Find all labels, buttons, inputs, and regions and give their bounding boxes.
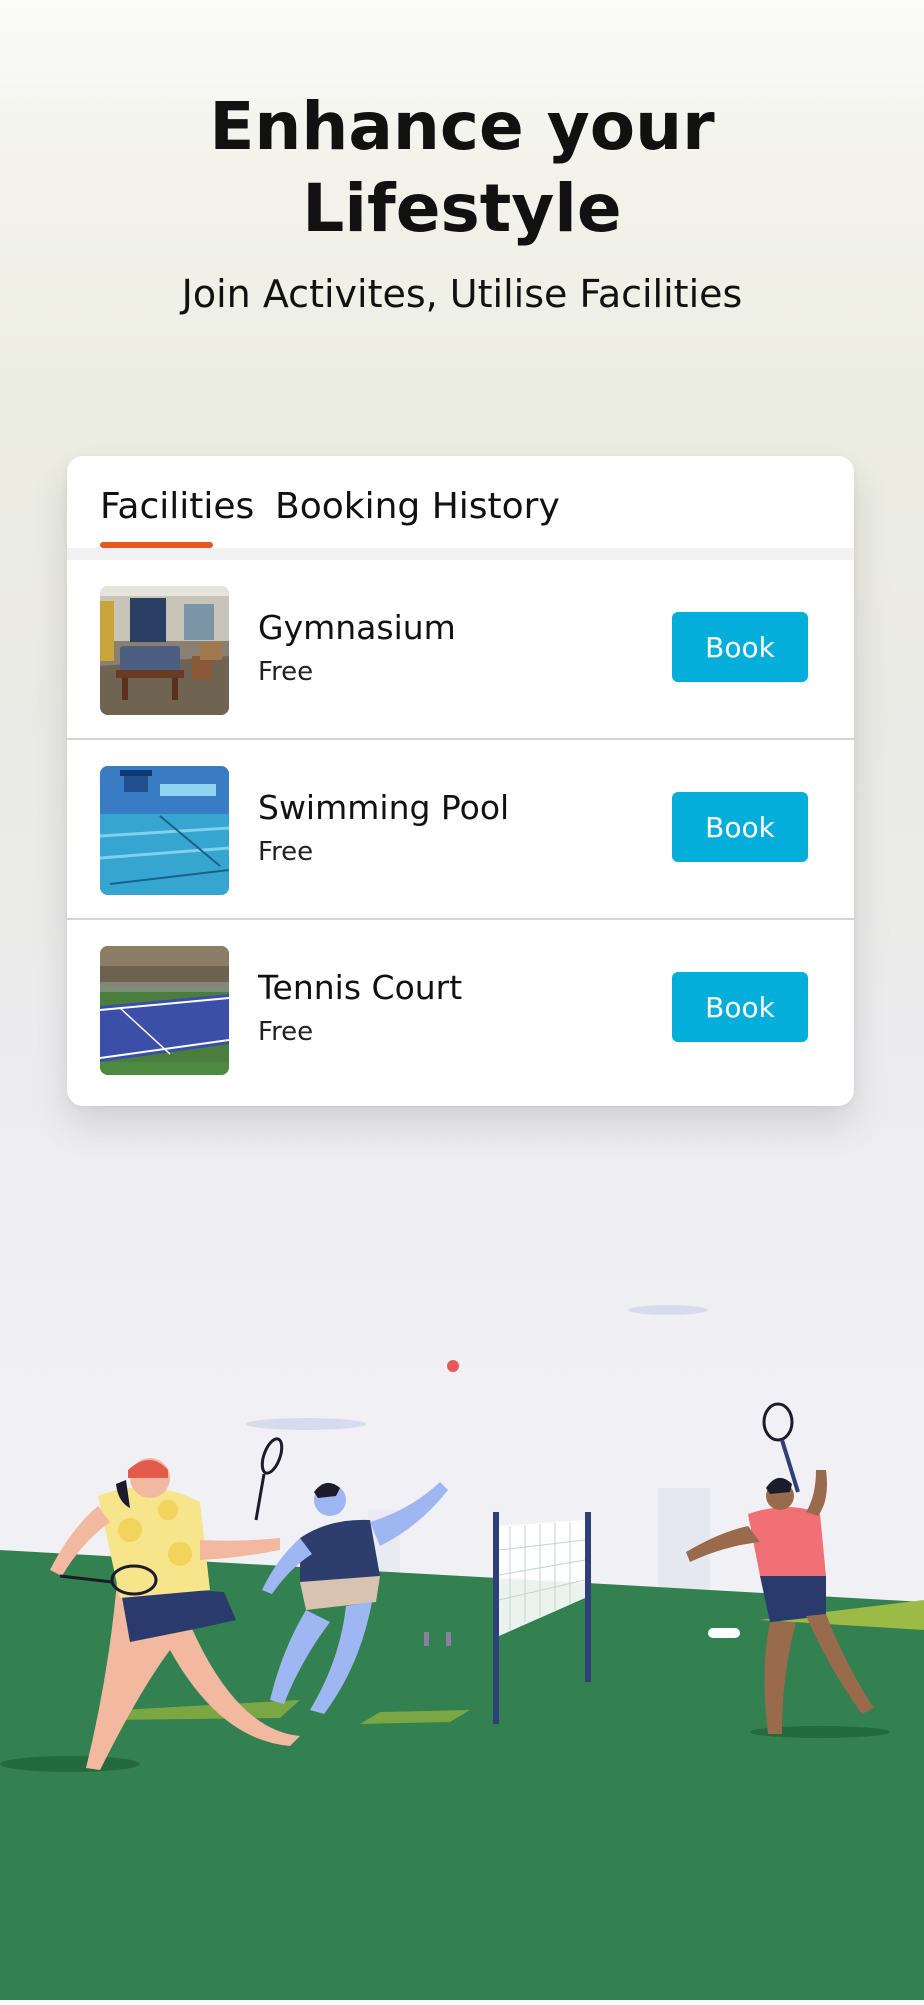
facility-row-gymnasium[interactable]: Gymnasium Free Book [67, 560, 854, 738]
facility-name: Tennis Court [258, 968, 463, 1007]
page-subtitle: Join Activites, Utilise Facilities [181, 272, 743, 316]
pool-photo [100, 766, 229, 895]
facility-price: Free [258, 1017, 314, 1047]
title-line-1: Enhance your [209, 88, 715, 165]
facility-name: Swimming Pool [258, 788, 510, 827]
tab-divider [67, 548, 854, 560]
facility-name: Gymnasium [258, 608, 456, 647]
book-button-swimming-pool[interactable]: Book [672, 792, 808, 862]
facility-price: Free [258, 657, 314, 687]
book-button-gymnasium[interactable]: Book [672, 612, 808, 682]
tab-bar: Facilities Booking History [67, 456, 854, 548]
book-button-tennis-court[interactable]: Book [672, 972, 808, 1042]
facility-price: Free [258, 837, 314, 867]
gym-room-photo [100, 586, 229, 715]
tab-booking-history[interactable]: Booking History [275, 486, 560, 527]
facilities-card: Facilities Booking History Gymnasium Fre… [67, 456, 854, 1106]
tennis-court-photo [100, 946, 229, 1075]
badminton-players-illustration [0, 1270, 924, 2000]
title-line-2: Lifestyle [302, 170, 622, 247]
facility-row-tennis-court[interactable]: Tennis Court Free Book [67, 920, 854, 1098]
tab-facilities[interactable]: Facilities [100, 486, 254, 527]
page-title: Enhance your Lifestyle [0, 86, 924, 250]
facility-row-swimming-pool[interactable]: Swimming Pool Free Book [67, 740, 854, 918]
